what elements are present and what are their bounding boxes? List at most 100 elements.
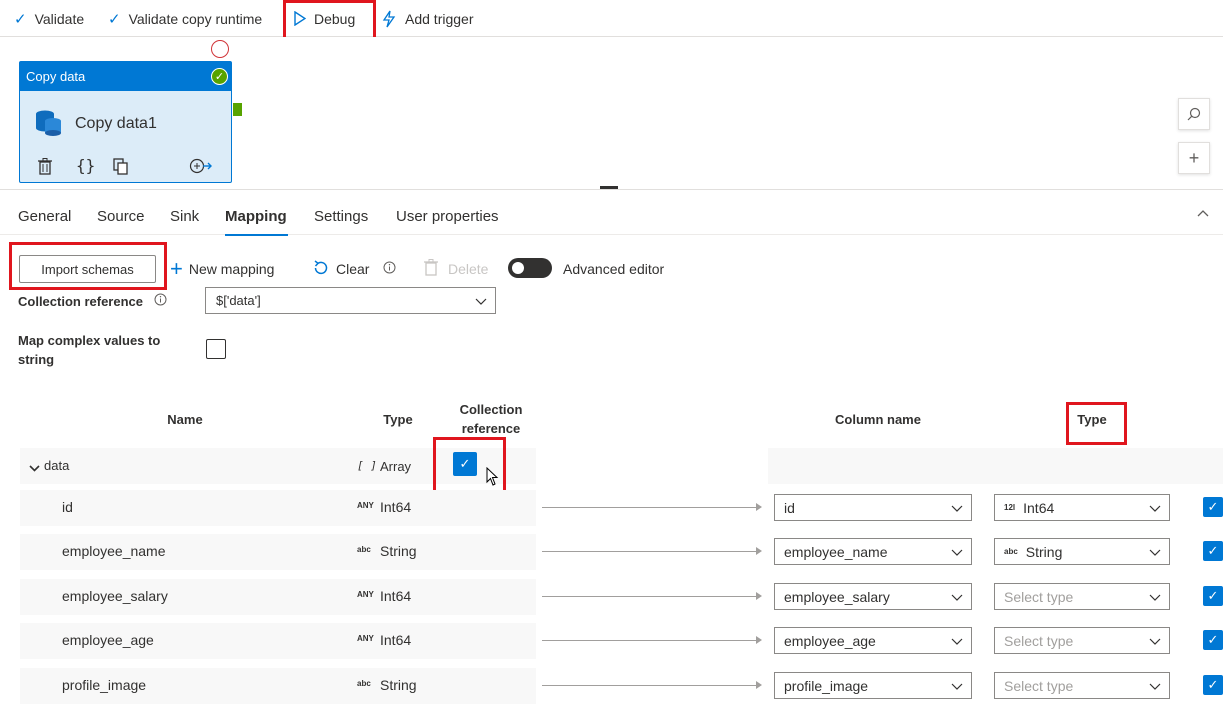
source-column-name: employee_age — [62, 632, 154, 648]
chevron-down-icon — [1149, 545, 1161, 559]
type-badge: ANY — [357, 501, 374, 510]
table-row-root-sink — [768, 448, 1223, 484]
source-column-name: id — [62, 499, 73, 515]
clear-button[interactable]: Clear — [312, 257, 396, 281]
type-badge: ANY — [357, 634, 374, 643]
sink-column-dropdown[interactable]: profile_image — [774, 672, 972, 699]
lightning-icon — [381, 10, 397, 28]
map-complex-label-line1: Map complex values to — [18, 333, 161, 348]
mapping-arrow — [542, 503, 762, 511]
copy-icon[interactable] — [113, 158, 129, 178]
header-collection-ref-line1: Collection — [459, 402, 523, 417]
chevron-down-icon — [1149, 501, 1161, 515]
type-badge: abc — [357, 679, 371, 688]
collapse-chevron-icon[interactable] — [1197, 204, 1209, 220]
array-icon: [ ] — [357, 459, 377, 472]
sink-type-dropdown[interactable]: Select type — [994, 627, 1170, 654]
type-badge: abc — [1004, 547, 1018, 556]
sink-type-dropdown[interactable]: Select type — [994, 672, 1170, 699]
tab-user-properties[interactable]: User properties — [396, 208, 499, 225]
sink-column-dropdown[interactable]: employee_salary — [774, 583, 972, 610]
active-tab-indicator — [225, 234, 288, 236]
source-column-type: Int64 — [380, 588, 412, 604]
row-include-checkbox[interactable]: ✓ — [1203, 541, 1223, 561]
row-include-checkbox[interactable]: ✓ — [1203, 497, 1223, 517]
sink-type-dropdown[interactable]: abc String — [994, 538, 1170, 565]
type-badge: abc — [357, 545, 371, 554]
source-column-type: String — [380, 543, 417, 559]
source-column-name: employee_name — [62, 543, 166, 559]
source-column-type: Int64 — [380, 499, 412, 515]
root-type: Array — [380, 459, 412, 474]
activity-name: Copy data1 — [75, 115, 157, 132]
mapping-arrow — [542, 547, 762, 555]
root-name: data — [44, 458, 70, 473]
sink-type-dropdown[interactable]: Select type — [994, 583, 1170, 610]
tab-sink[interactable]: Sink — [170, 208, 199, 225]
add-trigger-button[interactable]: Add trigger — [381, 0, 473, 37]
source-column-name: employee_salary — [62, 588, 168, 604]
table-row — [20, 490, 536, 526]
type-badge: 12l — [1004, 503, 1016, 512]
sink-column-dropdown[interactable]: id — [774, 494, 972, 521]
row-include-checkbox[interactable]: ✓ — [1203, 630, 1223, 650]
source-column-type: String — [380, 677, 417, 693]
tab-source[interactable]: Source — [97, 208, 145, 225]
collection-reference-highlight — [433, 437, 506, 494]
chevron-down-icon — [1149, 679, 1161, 693]
copy-data-activity[interactable]: Copy data ✓ Copy data1 {} — [19, 61, 232, 183]
output-arrow-icon[interactable] — [189, 158, 213, 177]
trash-icon — [424, 259, 438, 279]
chevron-down-icon — [951, 501, 963, 515]
type-badge: ANY — [357, 590, 374, 599]
map-complex-label-line2: string — [18, 352, 55, 367]
import-schemas-highlight — [9, 242, 167, 290]
row-include-checkbox[interactable]: ✓ — [1203, 586, 1223, 606]
chevron-down-icon — [475, 294, 487, 308]
info-icon — [154, 293, 167, 309]
advanced-editor-label: Advanced editor — [563, 261, 665, 277]
chevron-down-icon — [1149, 634, 1161, 648]
chevron-down-icon — [1149, 590, 1161, 604]
validate-copy-runtime-button[interactable]: ✓ Validate copy runtime — [108, 0, 262, 37]
tab-general[interactable]: General — [18, 208, 71, 225]
header-column-name: Column name — [835, 412, 921, 427]
chevron-down-icon[interactable] — [29, 459, 40, 475]
collection-reference-dropdown[interactable]: $['data'] — [205, 287, 496, 314]
toolbar: ✓ Validate ✓ Validate copy runtime Debug… — [0, 0, 1223, 37]
arrow-head-icon — [756, 592, 762, 600]
arrow-head-icon — [756, 681, 762, 689]
collection-reference-label: Collection reference — [18, 294, 143, 309]
tab-mapping[interactable]: Mapping — [225, 208, 287, 225]
header-type: Type — [383, 412, 413, 427]
validate-button[interactable]: ✓ Validate — [14, 0, 84, 37]
refresh-icon — [312, 259, 330, 280]
sink-column-dropdown[interactable]: employee_name — [774, 538, 972, 565]
tab-settings[interactable]: Settings — [314, 208, 368, 225]
sink-type-dropdown[interactable]: 12l Int64 — [994, 494, 1170, 521]
delete-button[interactable]: Delete — [424, 257, 488, 281]
success-check-icon: ✓ — [211, 68, 228, 85]
arrow-head-icon — [756, 503, 762, 511]
chevron-down-icon — [951, 590, 963, 604]
code-braces-icon[interactable]: {} — [76, 156, 95, 175]
status-circle-icon — [211, 40, 229, 58]
plus-icon: + — [170, 256, 183, 281]
source-column-name: profile_image — [62, 677, 147, 693]
advanced-editor-toggle[interactable] — [508, 258, 552, 278]
zoom-in-icon[interactable]: + — [1178, 142, 1210, 174]
success-port[interactable] — [233, 103, 242, 116]
new-mapping-button[interactable]: + New mapping — [170, 257, 274, 281]
property-tabs: General Source Sink Mapping Settings Use… — [0, 189, 1223, 236]
chevron-down-icon — [951, 679, 963, 693]
sink-column-dropdown[interactable]: employee_age — [774, 627, 972, 654]
row-include-checkbox[interactable]: ✓ — [1203, 675, 1223, 695]
checkmark-icon: ✓ — [108, 10, 121, 28]
map-complex-checkbox[interactable] — [206, 339, 226, 359]
arrow-head-icon — [756, 547, 762, 555]
checkmark-icon: ✓ — [14, 10, 27, 28]
search-icon[interactable] — [1178, 98, 1210, 130]
mapping-arrow — [542, 592, 762, 600]
trash-icon[interactable] — [38, 158, 52, 178]
mapping-arrow — [542, 636, 762, 644]
